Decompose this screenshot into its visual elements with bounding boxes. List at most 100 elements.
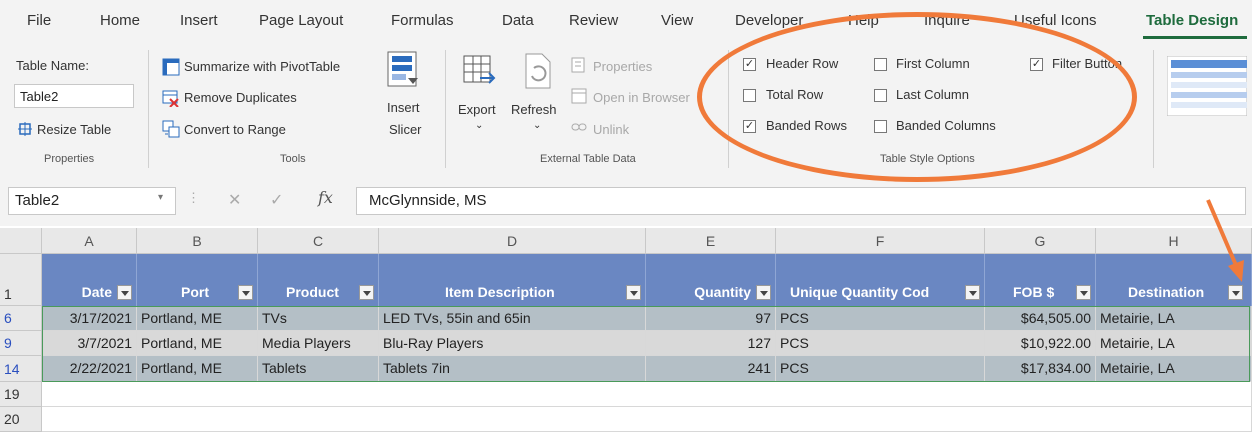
cell-item-description[interactable]: Blu-Ray Players [379,331,646,356]
table-header-quantity[interactable]: Quantity [646,254,776,306]
tab-review[interactable]: Review [569,12,618,29]
tab-formulas[interactable]: Formulas [391,12,454,29]
cell-quantity[interactable]: 127 [646,331,776,356]
header-label: Date [81,284,112,300]
cell-product[interactable]: Tablets [258,356,379,382]
cell-item-description[interactable]: LED TVs, 55in and 65in [379,306,646,331]
summarize-pivot-button[interactable]: Summarize with PivotTable [184,59,340,74]
resize-table-icon [18,122,32,141]
tab-insert[interactable]: Insert [180,12,218,29]
cell-unit-code[interactable]: PCS [776,356,985,382]
cell-unit-code[interactable]: PCS [776,331,985,356]
table-header-port[interactable]: Port [137,254,258,306]
filter-dropdown-icon[interactable] [1076,285,1091,300]
name-box[interactable]: Table2 [8,187,176,215]
convert-to-range-button[interactable]: Convert to Range [184,122,286,137]
filter-dropdown-icon[interactable] [756,285,771,300]
cell-date[interactable]: 3/17/2021 [42,306,137,331]
export-chevron-icon[interactable]: ⌄ [475,120,483,131]
cell-fob[interactable]: $17,834.00 [985,356,1096,382]
filter-dropdown-icon[interactable] [359,285,374,300]
row-header[interactable]: 20 [0,407,42,432]
export-button[interactable]: Export [458,102,496,117]
refresh-button[interactable]: Refresh [511,102,557,117]
table-header-product[interactable]: Product [258,254,379,306]
row-header[interactable]: 6 [0,306,42,331]
cell-port[interactable]: Portland, ME [137,331,258,356]
formula-input[interactable]: McGlynnside, MS [356,187,1246,215]
column-header-b[interactable]: B [137,228,258,254]
resize-table-button[interactable]: Resize Table [37,122,111,137]
select-all-corner[interactable] [0,228,42,254]
tab-table-design[interactable]: Table Design [1146,12,1238,29]
open-browser-icon [571,88,587,109]
header-label: Destination [1128,284,1205,300]
cell-quantity[interactable]: 241 [646,356,776,382]
filter-dropdown-icon[interactable] [238,285,253,300]
properties-button[interactable]: Properties [593,59,652,74]
cell-port[interactable]: Portland, ME [137,306,258,331]
header-label: Port [181,284,209,300]
column-header-a[interactable]: A [42,228,137,254]
cancel-icon[interactable]: ✕ [228,190,241,210]
remove-duplicates-button[interactable]: Remove Duplicates [184,90,297,105]
cell-destination[interactable]: Metairie, LA [1096,306,1252,331]
vertical-dots-icon: ⋮ [187,190,200,205]
insert-slicer-label-2[interactable]: Slicer [389,122,422,137]
filter-dropdown-icon[interactable] [626,285,641,300]
cell-port[interactable]: Portland, ME [137,356,258,382]
row-header[interactable]: 1 [0,254,42,306]
row-header[interactable]: 19 [0,382,42,407]
table-header-item-description[interactable]: Item Description [379,254,646,306]
filter-active-icon[interactable] [1228,285,1243,300]
column-header-c[interactable]: C [258,228,379,254]
cell-destination[interactable]: Metairie, LA [1096,331,1252,356]
properties-group-label: Properties [44,153,95,165]
column-header-f[interactable]: F [776,228,985,254]
group-separator [445,50,446,168]
row-header[interactable]: 9 [0,331,42,356]
unlink-button[interactable]: Unlink [593,122,629,137]
tab-view[interactable]: View [661,12,693,29]
cell-fob[interactable]: $10,922.00 [985,331,1096,356]
table-header-fob[interactable]: FOB $ [985,254,1096,306]
insert-slicer-label-1[interactable]: Insert [387,100,420,115]
column-header-d[interactable]: D [379,228,646,254]
header-label: Unique Quantity Cod [790,284,930,300]
refresh-chevron-icon[interactable]: ⌄ [533,120,541,131]
empty-row[interactable] [42,407,1252,432]
tab-data[interactable]: Data [502,12,534,29]
column-header-g[interactable]: G [985,228,1096,254]
tab-home[interactable]: Home [100,12,140,29]
header-label: Quantity [694,284,751,300]
filter-dropdown-icon[interactable] [965,285,980,300]
cell-date[interactable]: 3/7/2021 [42,331,137,356]
cell-date[interactable]: 2/22/2021 [42,356,137,382]
filter-dropdown-icon[interactable] [117,285,132,300]
table-style-gallery-icon[interactable] [1166,55,1248,121]
cell-product[interactable]: Media Players [258,331,379,356]
empty-row[interactable] [42,382,1252,407]
name-box-dropdown-icon[interactable]: ▾ [158,192,163,203]
cell-unit-code[interactable]: PCS [776,306,985,331]
export-icon [462,54,496,95]
tab-file[interactable]: File [27,12,51,29]
cell-quantity[interactable]: 97 [646,306,776,331]
cell-item-description[interactable]: Tablets 7in [379,356,646,382]
cell-fob[interactable]: $64,505.00 [985,306,1096,331]
header-label: FOB $ [1013,284,1055,300]
cell-product[interactable]: TVs [258,306,379,331]
row-header[interactable]: 14 [0,356,42,382]
column-header-e[interactable]: E [646,228,776,254]
tab-page-layout[interactable]: Page Layout [259,12,343,29]
formula-bar: Table2 ▾ ⋮ ✕ ✓ fx McGlynnside, MS [0,176,1252,226]
table-header-unique-quantity-code[interactable]: Unique Quantity Cod [776,254,985,306]
external-group-label: External Table Data [540,153,636,165]
open-in-browser-button[interactable]: Open in Browser [593,90,690,105]
pivot-table-icon [162,58,180,81]
table-header-date[interactable]: Date [42,254,137,306]
fx-icon[interactable]: fx [318,188,333,207]
table-name-input[interactable]: Table2 [14,84,134,108]
cell-destination[interactable]: Metairie, LA [1096,356,1252,382]
enter-icon[interactable]: ✓ [270,190,283,210]
